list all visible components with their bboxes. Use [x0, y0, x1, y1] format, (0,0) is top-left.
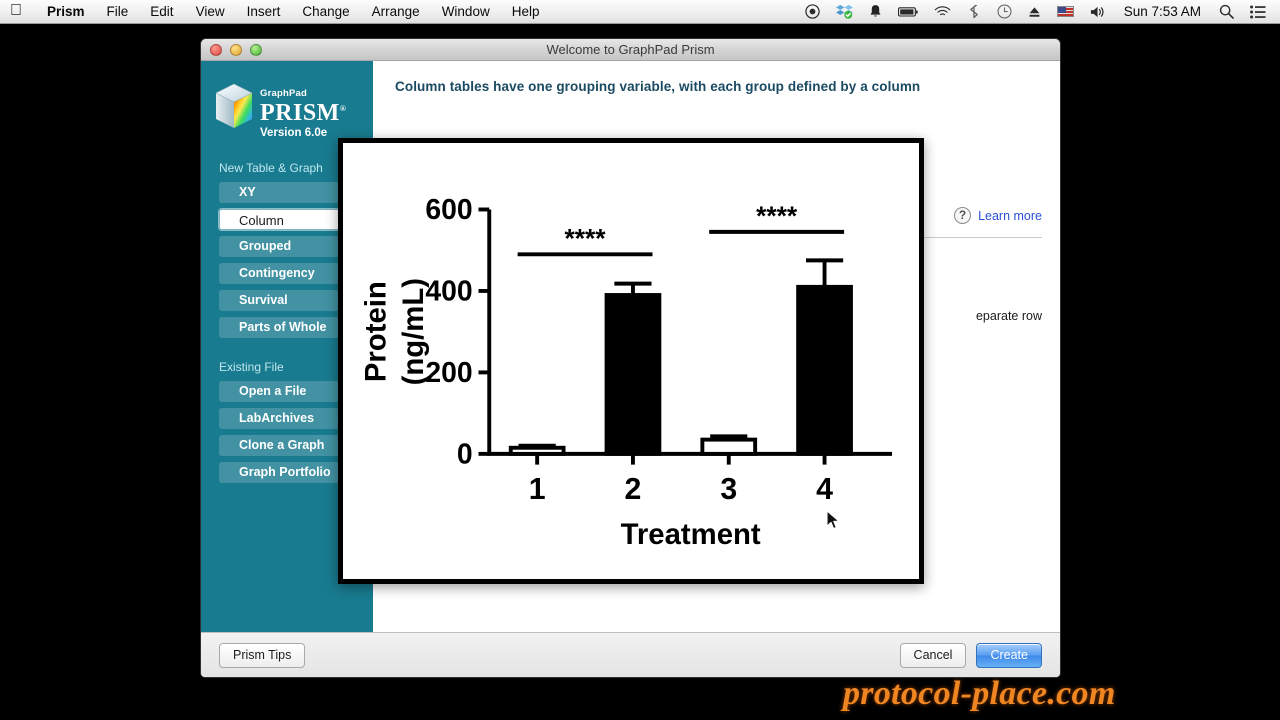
menu-item-change[interactable]: Change — [291, 4, 360, 19]
search-icon[interactable] — [1211, 1, 1242, 23]
x-tick-label-1: 1 — [529, 473, 546, 506]
sidebar-item-survival[interactable]: Survival — [219, 290, 339, 312]
menu-clock[interactable]: Sun 7:53 AM — [1114, 4, 1211, 19]
site-watermark: protocol-place.com — [843, 675, 1116, 712]
prism-cube-icon — [213, 82, 255, 130]
create-button[interactable]: Create — [976, 642, 1042, 668]
brand-graphpad: GraphPad — [260, 88, 307, 99]
y-axis-title-line-2: (ng/mL) — [397, 278, 430, 385]
sidebar-item-grouped[interactable]: Grouped — [219, 236, 339, 258]
sidebar-item-parts-of-whole[interactable]: Parts of Whole — [219, 317, 341, 339]
time-machine-icon[interactable] — [989, 1, 1020, 23]
learn-more-link[interactable]: Learn more — [978, 209, 1042, 223]
menu-item-view[interactable]: View — [185, 4, 236, 19]
y-axis-title-line-1: Protein — [360, 281, 393, 382]
sidebar-item-column[interactable]: Column — [219, 209, 340, 231]
notification-center-icon[interactable] — [1242, 1, 1274, 23]
window-title: Welcome to GraphPad Prism — [546, 42, 715, 57]
wifi-icon[interactable] — [926, 1, 959, 23]
prism-tips-button[interactable]: Prism Tips — [219, 642, 306, 668]
eject-icon[interactable] — [1020, 1, 1049, 23]
y-tick-label: 200 — [425, 357, 472, 389]
mouse-cursor — [826, 510, 840, 530]
sidebar-item-xy[interactable]: XY — [219, 182, 339, 204]
prism-logo: GraphPad PRISM® Version 6.0e — [213, 79, 361, 139]
menu-item-prism[interactable]: Prism — [36, 4, 96, 19]
cancel-button[interactable]: Cancel — [899, 642, 967, 668]
record-icon[interactable] — [797, 1, 828, 23]
y-tick-label: 600 — [425, 194, 472, 226]
bar-1 — [508, 445, 566, 456]
menu-item-arrange[interactable]: Arrange — [361, 4, 431, 19]
bar-3 — [700, 437, 758, 456]
menu-item-insert[interactable]: Insert — [236, 4, 292, 19]
significance-stars-2: **** — [756, 201, 798, 231]
prism-version: Version 6.0e — [260, 127, 328, 140]
us-flag-icon[interactable] — [1049, 1, 1082, 23]
x-tick-label-2: 2 — [625, 473, 642, 506]
window-title-bar[interactable]: Welcome to GraphPad Prism — [201, 39, 1060, 61]
dialog-footer: Prism Tips Cancel Create — [201, 632, 1060, 677]
learn-more-row[interactable]: ? Learn more — [954, 207, 1042, 224]
x-axis-title: Treatment — [621, 518, 761, 551]
question-mark-icon[interactable]: ? — [954, 207, 972, 224]
brand-prism: PRISM® — [260, 100, 347, 126]
sidebar-item-labarchives[interactable]: LabArchives — [219, 408, 339, 430]
sidebar-item-clone-a-graph[interactable]: Clone a Graph — [219, 435, 341, 457]
x-tick-label-4: 4 — [816, 473, 833, 506]
sidebar-item-graph-portfolio[interactable]: Graph Portfolio — [219, 462, 341, 484]
bell-icon[interactable] — [861, 1, 890, 23]
bar-2 — [604, 293, 662, 456]
footer-actions: Cancel Create — [899, 642, 1042, 668]
menu-item-file[interactable]: File — [96, 4, 140, 19]
chart-root: 0 200 400 600 1 2 3 4 Treatment Protein (ng/mL) ***… — [360, 194, 893, 551]
page-title: Column tables have one grouping variable… — [395, 79, 921, 94]
sidebar-item-contingency[interactable]: Contingency — [219, 263, 341, 285]
significance-stars-1: **** — [565, 223, 607, 253]
menu-item-help[interactable]: Help — [501, 4, 551, 19]
apple-icon[interactable]:  — [10, 2, 22, 19]
option-description-text: eparate row — [975, 309, 1042, 323]
screen:  Prism File Edit View Insert Change Arr… — [0, 0, 1280, 720]
x-tick-label-3: 3 — [720, 473, 737, 506]
menu-item-window[interactable]: Window — [431, 4, 501, 19]
y-tick-label: 400 — [425, 276, 472, 308]
menu-item-edit[interactable]: Edit — [139, 4, 184, 19]
prism-wordmark: GraphPad PRISM® Version 6.0e — [260, 79, 346, 139]
bar-4 — [796, 284, 853, 456]
dropbox-sync-icon[interactable] — [828, 1, 861, 23]
battery-icon[interactable] — [890, 1, 926, 23]
mac-menu-bar:  Prism File Edit View Insert Change Arr… — [0, 0, 1280, 24]
menu-status-area: Sun 7:53 AM — [797, 1, 1280, 23]
volume-icon[interactable] — [1082, 1, 1114, 23]
sidebar-item-open-a-file[interactable]: Open a File — [219, 381, 339, 403]
bluetooth-icon[interactable] — [959, 1, 989, 23]
y-tick-label: 0 — [457, 439, 473, 471]
registered-icon: ® — [339, 104, 347, 113]
